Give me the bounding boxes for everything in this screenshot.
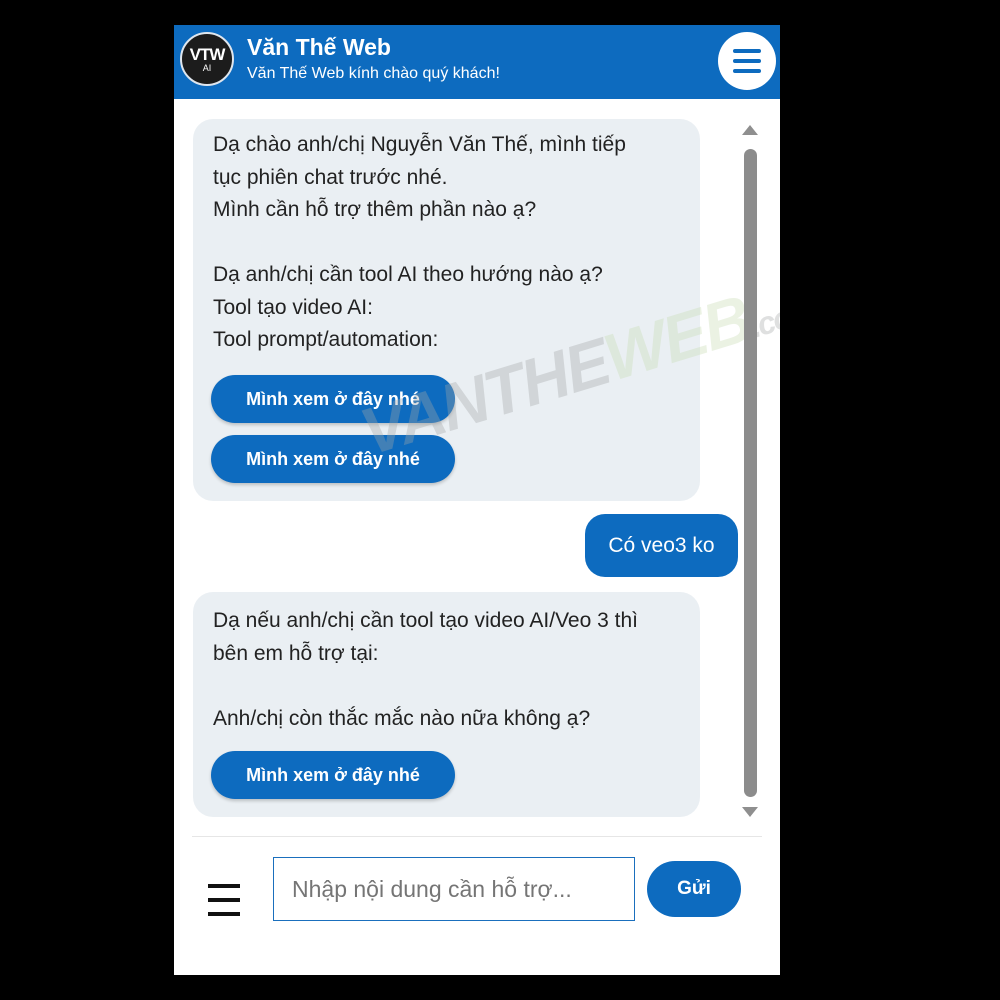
user-message: Có veo3 ko (585, 514, 738, 577)
composer-divider (192, 836, 762, 837)
bot-message: Dạ nếu anh/chị cần tool tạo video AI/Veo… (193, 592, 700, 817)
brand-logo: VTW AI (180, 32, 234, 86)
chat-widget: VTW AI Văn Thế Web Văn Thế Web kính chào… (174, 25, 780, 975)
menu-icon (733, 49, 761, 73)
chat-title: Văn Thế Web (247, 34, 391, 60)
logo-sub: AI (202, 62, 212, 73)
send-button[interactable]: Gửi (647, 861, 741, 917)
logo-mark: VTW (189, 44, 226, 64)
view-here-button[interactable]: Mình xem ở đây nhé (211, 751, 455, 799)
menu-button[interactable] (718, 32, 776, 90)
bot-message-text: Dạ nếu anh/chị cần tool tạo video AI/Veo… (213, 609, 638, 730)
composer-menu-icon[interactable] (208, 883, 240, 917)
chat-header: VTW AI Văn Thế Web Văn Thế Web kính chào… (174, 25, 780, 99)
chat-subtitle: Văn Thế Web kính chào quý khách! (247, 65, 500, 82)
message-input[interactable] (273, 857, 635, 921)
bot-message-text: Dạ chào anh/chị Nguyễn Văn Thế, mình tiế… (213, 133, 626, 351)
scroll-up-arrow-icon[interactable] (742, 125, 758, 135)
message-list[interactable]: Dạ chào anh/chị Nguyễn Văn Thế, mình tiế… (174, 99, 780, 834)
scroll-down-arrow-icon[interactable] (742, 807, 758, 817)
scrollbar-thumb[interactable] (744, 149, 757, 797)
